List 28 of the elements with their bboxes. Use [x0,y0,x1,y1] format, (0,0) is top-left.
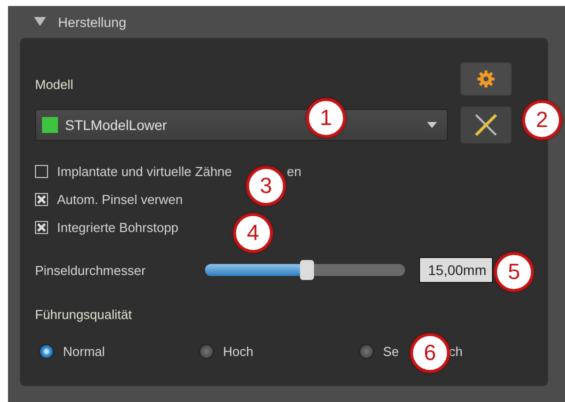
crossed-tools-icon [473,112,499,138]
collapse-triangle-icon[interactable] [34,17,46,27]
section-title: Herstellung [58,14,126,30]
field-label: Modell [35,77,74,94]
group-label: Führungsqualität [35,307,133,324]
checkbox[interactable] [35,221,48,234]
settings-button[interactable] [460,62,512,96]
callout-number: 2 [522,100,562,140]
slider-thumb[interactable] [300,260,314,280]
radio-button[interactable] [39,344,54,359]
checkbox[interactable] [35,165,48,178]
dropdown-arrow-icon [427,122,437,128]
checkbox-label: Integrierte Bohrstopp [57,220,178,235]
checkbox-label: en [286,164,302,179]
radio-label: Se [383,344,399,359]
checkbox-label: Implantate und virtuelle Zähne [57,164,232,179]
radio-button[interactable] [359,344,374,359]
tool-button[interactable] [460,106,512,144]
radio-label: ch [448,344,463,359]
radio-label: Normal [63,344,105,359]
gear-icon [477,70,495,88]
radio-button[interactable] [199,344,214,359]
checkbox[interactable] [35,193,48,206]
model-name: STLModelLower [65,117,167,133]
radio-label: Hoch [223,344,254,359]
checkbox-label: Autom. Pinsel verwen [57,192,183,207]
slider-label: Pinseldurchmesser [35,262,147,278]
value-field[interactable]: 15,00mm [419,257,493,283]
